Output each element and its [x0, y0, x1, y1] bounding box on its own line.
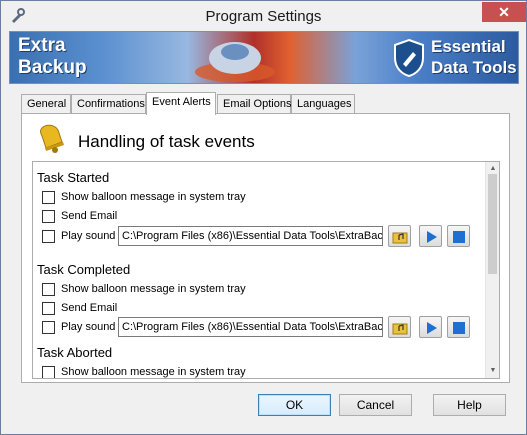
checkbox[interactable]: [42, 209, 55, 223]
checkbox[interactable]: [42, 320, 55, 334]
checkbox[interactable]: [42, 282, 55, 296]
play-sound-button[interactable]: [419, 225, 442, 247]
play-icon: [427, 322, 437, 334]
chevron-up-icon[interactable]: ▲: [488, 164, 498, 174]
product-banner: Extra Backup Essential Data Tools: [9, 31, 519, 84]
section-title-task-aborted: Task Aborted: [37, 345, 113, 360]
folder-music-icon: [392, 323, 408, 335]
checkbox[interactable]: [42, 229, 55, 243]
rocket-illustration: [195, 42, 275, 82]
ok-button[interactable]: OK: [258, 394, 331, 416]
option-completed-email[interactable]: Send Email: [42, 300, 117, 316]
tab-confirmations[interactable]: Confirmations: [71, 94, 146, 114]
product-logo: Extra Backup: [18, 35, 87, 79]
help-button[interactable]: Help: [433, 394, 506, 416]
event-alerts-panel: Handling of task events Task Started Sho…: [21, 113, 510, 383]
chevron-down-icon[interactable]: ▼: [488, 366, 498, 376]
tab-event-alerts[interactable]: Event Alerts: [146, 92, 216, 115]
folder-music-icon: [392, 232, 408, 244]
option-started-balloon[interactable]: Show balloon message in system tray: [42, 189, 246, 205]
product-name-line2: Backup: [18, 57, 87, 78]
shield-tools-icon: [394, 38, 424, 78]
section-title-task-started: Task Started: [37, 170, 110, 185]
event-options-list[interactable]: Task Started Show balloon message in sys…: [32, 161, 500, 379]
option-label: Send Email: [61, 302, 118, 314]
option-started-email[interactable]: Send Email: [42, 208, 117, 224]
company-logo: Essential Data Tools: [431, 36, 517, 78]
stop-sound-button[interactable]: [447, 316, 470, 338]
checkbox[interactable]: [42, 365, 55, 378]
option-label: Play sound: [61, 230, 116, 242]
option-label: Show balloon message in system tray: [61, 191, 246, 203]
option-aborted-balloon[interactable]: Show balloon message in system tray: [42, 364, 246, 378]
option-completed-sound[interactable]: Play sound: [42, 319, 115, 335]
sound-path-input-completed[interactable]: C:\Program Files (x86)\Essential Data To…: [118, 317, 383, 337]
product-name-line1: Extra: [18, 35, 66, 56]
browse-sound-button[interactable]: [388, 225, 411, 247]
window-title: Program Settings: [205, 8, 322, 25]
option-label: Play sound: [61, 321, 116, 333]
section-title-task-completed: Task Completed: [37, 262, 131, 277]
browse-sound-button[interactable]: [388, 316, 411, 338]
tab-languages[interactable]: Languages: [291, 94, 355, 114]
company-name-line1: Essential: [431, 37, 506, 56]
cancel-button[interactable]: Cancel: [339, 394, 412, 416]
play-sound-button[interactable]: [419, 316, 442, 338]
option-started-sound[interactable]: Play sound: [42, 228, 115, 244]
checkbox[interactable]: [42, 190, 55, 204]
close-button[interactable]: ✕: [482, 2, 526, 22]
option-label: Send Email: [61, 210, 118, 222]
program-settings-window: Program Settings ✕ Extra Backup Essentia…: [0, 0, 527, 435]
panel-title: Handling of task events: [78, 132, 255, 151]
stop-sound-button[interactable]: [447, 225, 470, 247]
company-name-line2: Data Tools: [431, 58, 517, 77]
checkbox[interactable]: [42, 301, 55, 315]
bell-icon: [40, 124, 64, 153]
option-completed-balloon[interactable]: Show balloon message in system tray: [42, 281, 246, 297]
sound-path-input-started[interactable]: C:\Program Files (x86)\Essential Data To…: [118, 226, 383, 246]
vertical-scrollbar[interactable]: ▲ ▼: [485, 162, 499, 378]
option-label: Show balloon message in system tray: [61, 366, 246, 378]
tab-general[interactable]: General: [21, 94, 71, 114]
stop-icon: [453, 322, 465, 334]
option-label: Show balloon message in system tray: [61, 283, 246, 295]
scrollbar-thumb[interactable]: [488, 174, 497, 274]
play-icon: [427, 231, 437, 243]
tab-email-options[interactable]: Email Options: [217, 94, 291, 114]
title-bar: Program Settings ✕: [1, 1, 526, 31]
stop-icon: [453, 231, 465, 243]
